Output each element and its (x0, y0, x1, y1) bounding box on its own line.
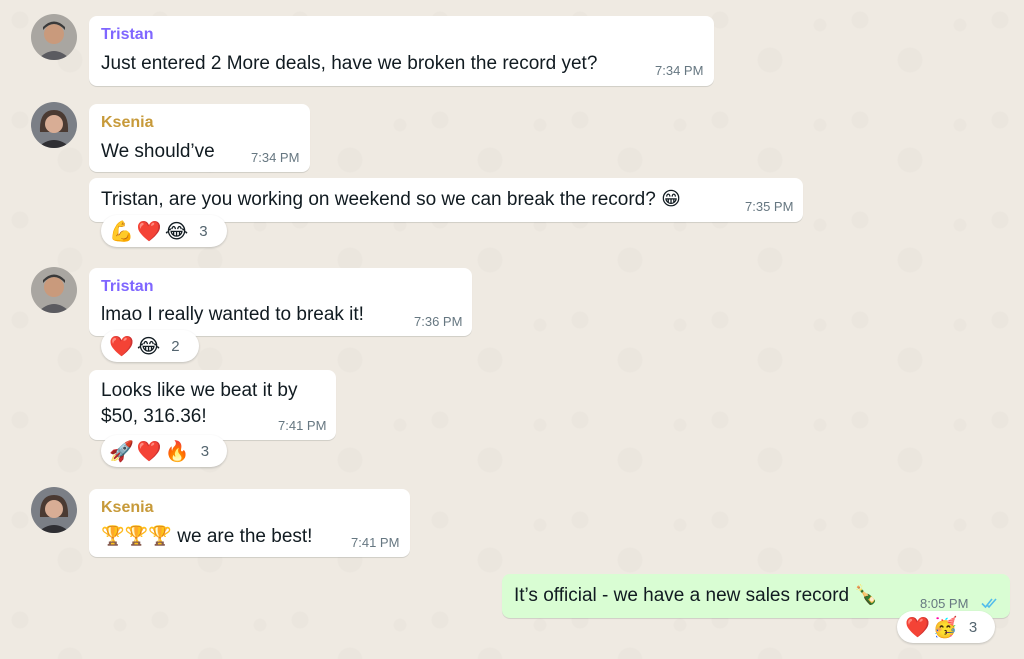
sender-name[interactable]: Ksenia (101, 114, 153, 132)
message-text-line-1: Looks like we beat it by (101, 380, 298, 401)
reaction-emoji: 😂 (136, 334, 161, 358)
message-text: 🏆🏆🏆 we are the best! (101, 524, 312, 549)
reaction-count: 2 (171, 337, 180, 355)
message-bubble[interactable]: Ksenia We should’ve 7:34 PM (89, 104, 310, 172)
message-bubble[interactable]: Looks like we beat it by $50, 316.36! 7:… (89, 370, 336, 440)
reaction-emoji: ❤️ (136, 439, 162, 463)
reaction-count: 3 (199, 222, 208, 240)
message-bubble[interactable]: Tristan lmao I really wanted to break it… (89, 268, 472, 336)
reaction-count: 3 (200, 442, 210, 460)
trophy-emojis: 🏆🏆🏆 (101, 525, 172, 547)
message-time: 7:36 PM (414, 314, 463, 329)
avatar-tristan[interactable] (31, 267, 77, 313)
message-time: 7:41 PM (278, 418, 327, 433)
message-bubble[interactable]: Ksenia 🏆🏆🏆 we are the best! 7:41 PM (89, 489, 410, 557)
reaction-emoji: ❤️ (109, 334, 134, 358)
message-time: 7:35 PM (745, 199, 794, 214)
message-time: 7:41 PM (351, 535, 400, 550)
reaction-count: 3 (968, 618, 978, 636)
message-text: We should’ve (101, 141, 215, 162)
message-text: Just entered 2 More deals, have we broke… (101, 53, 598, 74)
avatar-ksenia[interactable] (31, 102, 77, 148)
reaction-emoji: 💪 (109, 219, 134, 243)
reaction-emoji: ❤️ (905, 615, 930, 639)
message-time: 7:34 PM (655, 63, 704, 78)
reaction-emoji: 😂 (164, 219, 189, 243)
message-text: It’s official - we have a new sales reco… (514, 585, 879, 606)
reaction-emoji: ❤️ (136, 219, 162, 243)
reactions-bar[interactable]: ❤️ 😂 2 (101, 330, 199, 362)
avatar-tristan[interactable] (31, 14, 77, 60)
sender-name[interactable]: Tristan (101, 26, 153, 44)
reactions-bar[interactable]: 💪 ❤️ 😂 3 (101, 215, 227, 247)
reaction-emoji: 🔥 (164, 439, 190, 463)
reaction-emoji: 🚀 (109, 439, 134, 463)
message-text-body: we are the best! (171, 526, 313, 547)
message-text: lmao I really wanted to break it! (101, 304, 364, 325)
read-receipt-icon (981, 598, 997, 609)
message-time: 8:05 PM (920, 596, 969, 611)
message-text: Tristan, are you working on weekend so w… (101, 189, 681, 210)
avatar-ksenia[interactable] (31, 487, 77, 533)
message-time: 7:34 PM (251, 150, 300, 165)
reaction-emoji: 🥳 (932, 615, 958, 639)
sender-name[interactable]: Ksenia (101, 499, 153, 517)
message-bubble[interactable]: Tristan Just entered 2 More deals, have … (89, 16, 714, 86)
reactions-bar[interactable]: ❤️ 🥳 3 (897, 611, 995, 643)
reactions-bar[interactable]: 🚀 ❤️ 🔥 3 (101, 435, 227, 467)
sender-name[interactable]: Tristan (101, 278, 153, 296)
message-text-line-2: $50, 316.36! (101, 406, 207, 427)
